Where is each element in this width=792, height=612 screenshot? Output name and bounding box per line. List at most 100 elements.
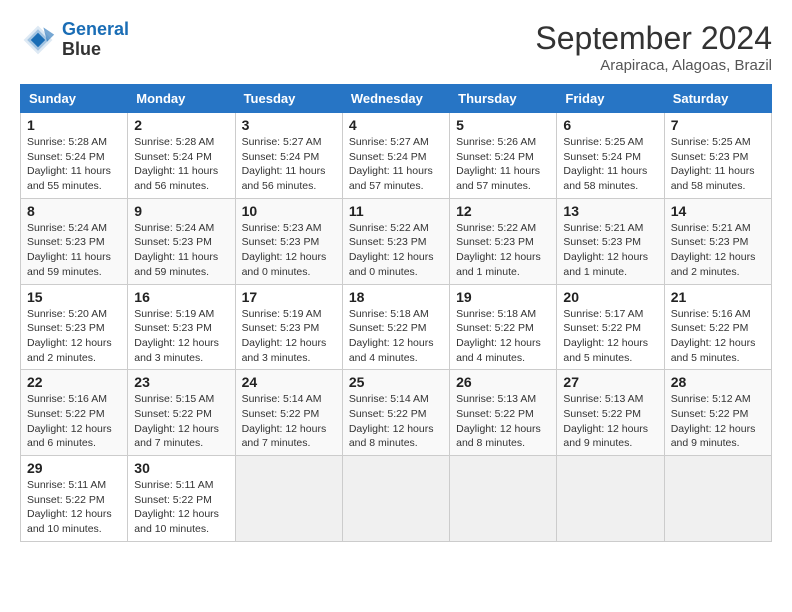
day-number: 11	[349, 203, 443, 219]
day-info: Sunrise: 5:13 AM Sunset: 5:22 PM Dayligh…	[456, 392, 550, 451]
day-number: 21	[671, 289, 765, 305]
day-info: Sunrise: 5:25 AM Sunset: 5:23 PM Dayligh…	[671, 135, 765, 194]
day-info: Sunrise: 5:28 AM Sunset: 5:24 PM Dayligh…	[27, 135, 121, 194]
calendar-cell: 20Sunrise: 5:17 AM Sunset: 5:22 PM Dayli…	[557, 284, 664, 370]
day-info: Sunrise: 5:14 AM Sunset: 5:22 PM Dayligh…	[242, 392, 336, 451]
day-info: Sunrise: 5:26 AM Sunset: 5:24 PM Dayligh…	[456, 135, 550, 194]
logo-line2: Blue	[62, 39, 101, 59]
logo: General Blue	[20, 20, 129, 60]
day-number: 3	[242, 117, 336, 133]
calendar-cell: 12 Sunrise: 5:22 AM Sunset: 5:23 PM Dayli…	[450, 198, 557, 284]
calendar-cell: 14 Sunrise: 5:21 AM Sunset: 5:23 PM Dayli…	[664, 198, 771, 284]
calendar-week-3: 15Sunrise: 5:20 AM Sunset: 5:23 PM Dayli…	[21, 284, 772, 370]
day-info: Sunrise: 5:18 AM Sunset: 5:22 PM Dayligh…	[456, 307, 550, 366]
day-number: 30	[134, 460, 228, 476]
calendar-cell	[450, 456, 557, 542]
day-info: Sunrise: 5:14 AM Sunset: 5:22 PM Dayligh…	[349, 392, 443, 451]
calendar-cell: 22Sunrise: 5:16 AM Sunset: 5:22 PM Dayli…	[21, 370, 128, 456]
calendar-week-1: 1 Sunrise: 5:28 AM Sunset: 5:24 PM Daylig…	[21, 113, 772, 199]
calendar-cell: 28 Sunrise: 5:12 AM Sunset: 5:22 PM Dayli…	[664, 370, 771, 456]
day-info: Sunrise: 5:27 AM Sunset: 5:24 PM Dayligh…	[349, 135, 443, 194]
calendar-cell: 18Sunrise: 5:18 AM Sunset: 5:22 PM Dayli…	[342, 284, 449, 370]
calendar-cell: 1 Sunrise: 5:28 AM Sunset: 5:24 PM Daylig…	[21, 113, 128, 199]
day-info: Sunrise: 5:24 AM Sunset: 5:23 PM Dayligh…	[27, 221, 121, 280]
calendar-cell	[342, 456, 449, 542]
location-subtitle: Arapiraca, Alagoas, Brazil	[535, 57, 772, 74]
calendar-cell	[235, 456, 342, 542]
day-number: 26	[456, 374, 550, 390]
calendar-cell: 3 Sunrise: 5:27 AM Sunset: 5:24 PM Daylig…	[235, 113, 342, 199]
day-info: Sunrise: 5:13 AM Sunset: 5:22 PM Dayligh…	[563, 392, 657, 451]
calendar-cell: 29 Sunrise: 5:11 AM Sunset: 5:22 PM Dayli…	[21, 456, 128, 542]
day-number: 9	[134, 203, 228, 219]
day-number: 10	[242, 203, 336, 219]
day-number: 8	[27, 203, 121, 219]
day-info: Sunrise: 5:22 AM Sunset: 5:23 PM Dayligh…	[349, 221, 443, 280]
calendar-week-4: 22Sunrise: 5:16 AM Sunset: 5:22 PM Dayli…	[21, 370, 772, 456]
day-number: 2	[134, 117, 228, 133]
day-info: Sunrise: 5:24 AM Sunset: 5:23 PM Dayligh…	[134, 221, 228, 280]
calendar-cell: 10 Sunrise: 5:23 AM Sunset: 5:23 PM Dayli…	[235, 198, 342, 284]
day-info: Sunrise: 5:27 AM Sunset: 5:24 PM Dayligh…	[242, 135, 336, 194]
calendar-cell: 9 Sunrise: 5:24 AM Sunset: 5:23 PM Daylig…	[128, 198, 235, 284]
logo-line1: General	[62, 19, 129, 39]
page-header: General Blue September 2024 Arapiraca, A…	[20, 20, 772, 74]
calendar-body: 1 Sunrise: 5:28 AM Sunset: 5:24 PM Daylig…	[21, 113, 772, 542]
day-info: Sunrise: 5:19 AM Sunset: 5:23 PM Dayligh…	[242, 307, 336, 366]
day-info: Sunrise: 5:21 AM Sunset: 5:23 PM Dayligh…	[563, 221, 657, 280]
day-header-monday: Monday	[128, 85, 235, 113]
day-info: Sunrise: 5:11 AM Sunset: 5:22 PM Dayligh…	[27, 478, 121, 537]
calendar-cell: 27 Sunrise: 5:13 AM Sunset: 5:22 PM Dayli…	[557, 370, 664, 456]
day-number: 4	[349, 117, 443, 133]
day-number: 12	[456, 203, 550, 219]
day-header-friday: Friday	[557, 85, 664, 113]
day-number: 13	[563, 203, 657, 219]
day-number: 6	[563, 117, 657, 133]
day-header-wednesday: Wednesday	[342, 85, 449, 113]
day-number: 24	[242, 374, 336, 390]
day-number: 28	[671, 374, 765, 390]
calendar-cell: 30Sunrise: 5:11 AM Sunset: 5:22 PM Dayli…	[128, 456, 235, 542]
calendar-cell: 23Sunrise: 5:15 AM Sunset: 5:22 PM Dayli…	[128, 370, 235, 456]
day-info: Sunrise: 5:21 AM Sunset: 5:23 PM Dayligh…	[671, 221, 765, 280]
calendar-cell: 26 Sunrise: 5:13 AM Sunset: 5:22 PM Dayli…	[450, 370, 557, 456]
day-number: 23	[134, 374, 228, 390]
day-info: Sunrise: 5:20 AM Sunset: 5:23 PM Dayligh…	[27, 307, 121, 366]
calendar-cell: 7 Sunrise: 5:25 AM Sunset: 5:23 PM Daylig…	[664, 113, 771, 199]
calendar-cell: 24 Sunrise: 5:14 AM Sunset: 5:22 PM Dayli…	[235, 370, 342, 456]
day-number: 29	[27, 460, 121, 476]
day-number: 27	[563, 374, 657, 390]
day-info: Sunrise: 5:28 AM Sunset: 5:24 PM Dayligh…	[134, 135, 228, 194]
day-number: 18	[349, 289, 443, 305]
day-info: Sunrise: 5:16 AM Sunset: 5:22 PM Dayligh…	[27, 392, 121, 451]
logo-icon	[20, 22, 56, 58]
calendar-cell: 15Sunrise: 5:20 AM Sunset: 5:23 PM Dayli…	[21, 284, 128, 370]
day-number: 1	[27, 117, 121, 133]
day-number: 20	[563, 289, 657, 305]
day-info: Sunrise: 5:23 AM Sunset: 5:23 PM Dayligh…	[242, 221, 336, 280]
day-info: Sunrise: 5:12 AM Sunset: 5:22 PM Dayligh…	[671, 392, 765, 451]
calendar-header-row: SundayMondayTuesdayWednesdayThursdayFrid…	[21, 85, 772, 113]
day-info: Sunrise: 5:16 AM Sunset: 5:22 PM Dayligh…	[671, 307, 765, 366]
calendar-week-5: 29 Sunrise: 5:11 AM Sunset: 5:22 PM Dayli…	[21, 456, 772, 542]
calendar-cell: 19Sunrise: 5:18 AM Sunset: 5:22 PM Dayli…	[450, 284, 557, 370]
calendar-cell: 16Sunrise: 5:19 AM Sunset: 5:23 PM Dayli…	[128, 284, 235, 370]
day-number: 14	[671, 203, 765, 219]
calendar-cell: 5Sunrise: 5:26 AM Sunset: 5:24 PM Daylig…	[450, 113, 557, 199]
calendar-cell: 21 Sunrise: 5:16 AM Sunset: 5:22 PM Dayli…	[664, 284, 771, 370]
calendar-table: SundayMondayTuesdayWednesdayThursdayFrid…	[20, 84, 772, 542]
calendar-cell: 11 Sunrise: 5:22 AM Sunset: 5:23 PM Dayli…	[342, 198, 449, 284]
calendar-cell: 6 Sunrise: 5:25 AM Sunset: 5:24 PM Daylig…	[557, 113, 664, 199]
logo-text: General Blue	[62, 20, 129, 60]
title-block: September 2024 Arapiraca, Alagoas, Brazi…	[535, 20, 772, 74]
calendar-cell	[557, 456, 664, 542]
day-info: Sunrise: 5:22 AM Sunset: 5:23 PM Dayligh…	[456, 221, 550, 280]
calendar-cell: 17 Sunrise: 5:19 AM Sunset: 5:23 PM Dayli…	[235, 284, 342, 370]
day-info: Sunrise: 5:25 AM Sunset: 5:24 PM Dayligh…	[563, 135, 657, 194]
calendar-cell: 8 Sunrise: 5:24 AM Sunset: 5:23 PM Daylig…	[21, 198, 128, 284]
day-number: 17	[242, 289, 336, 305]
calendar-cell	[664, 456, 771, 542]
day-header-tuesday: Tuesday	[235, 85, 342, 113]
calendar-week-2: 8 Sunrise: 5:24 AM Sunset: 5:23 PM Daylig…	[21, 198, 772, 284]
day-number: 7	[671, 117, 765, 133]
